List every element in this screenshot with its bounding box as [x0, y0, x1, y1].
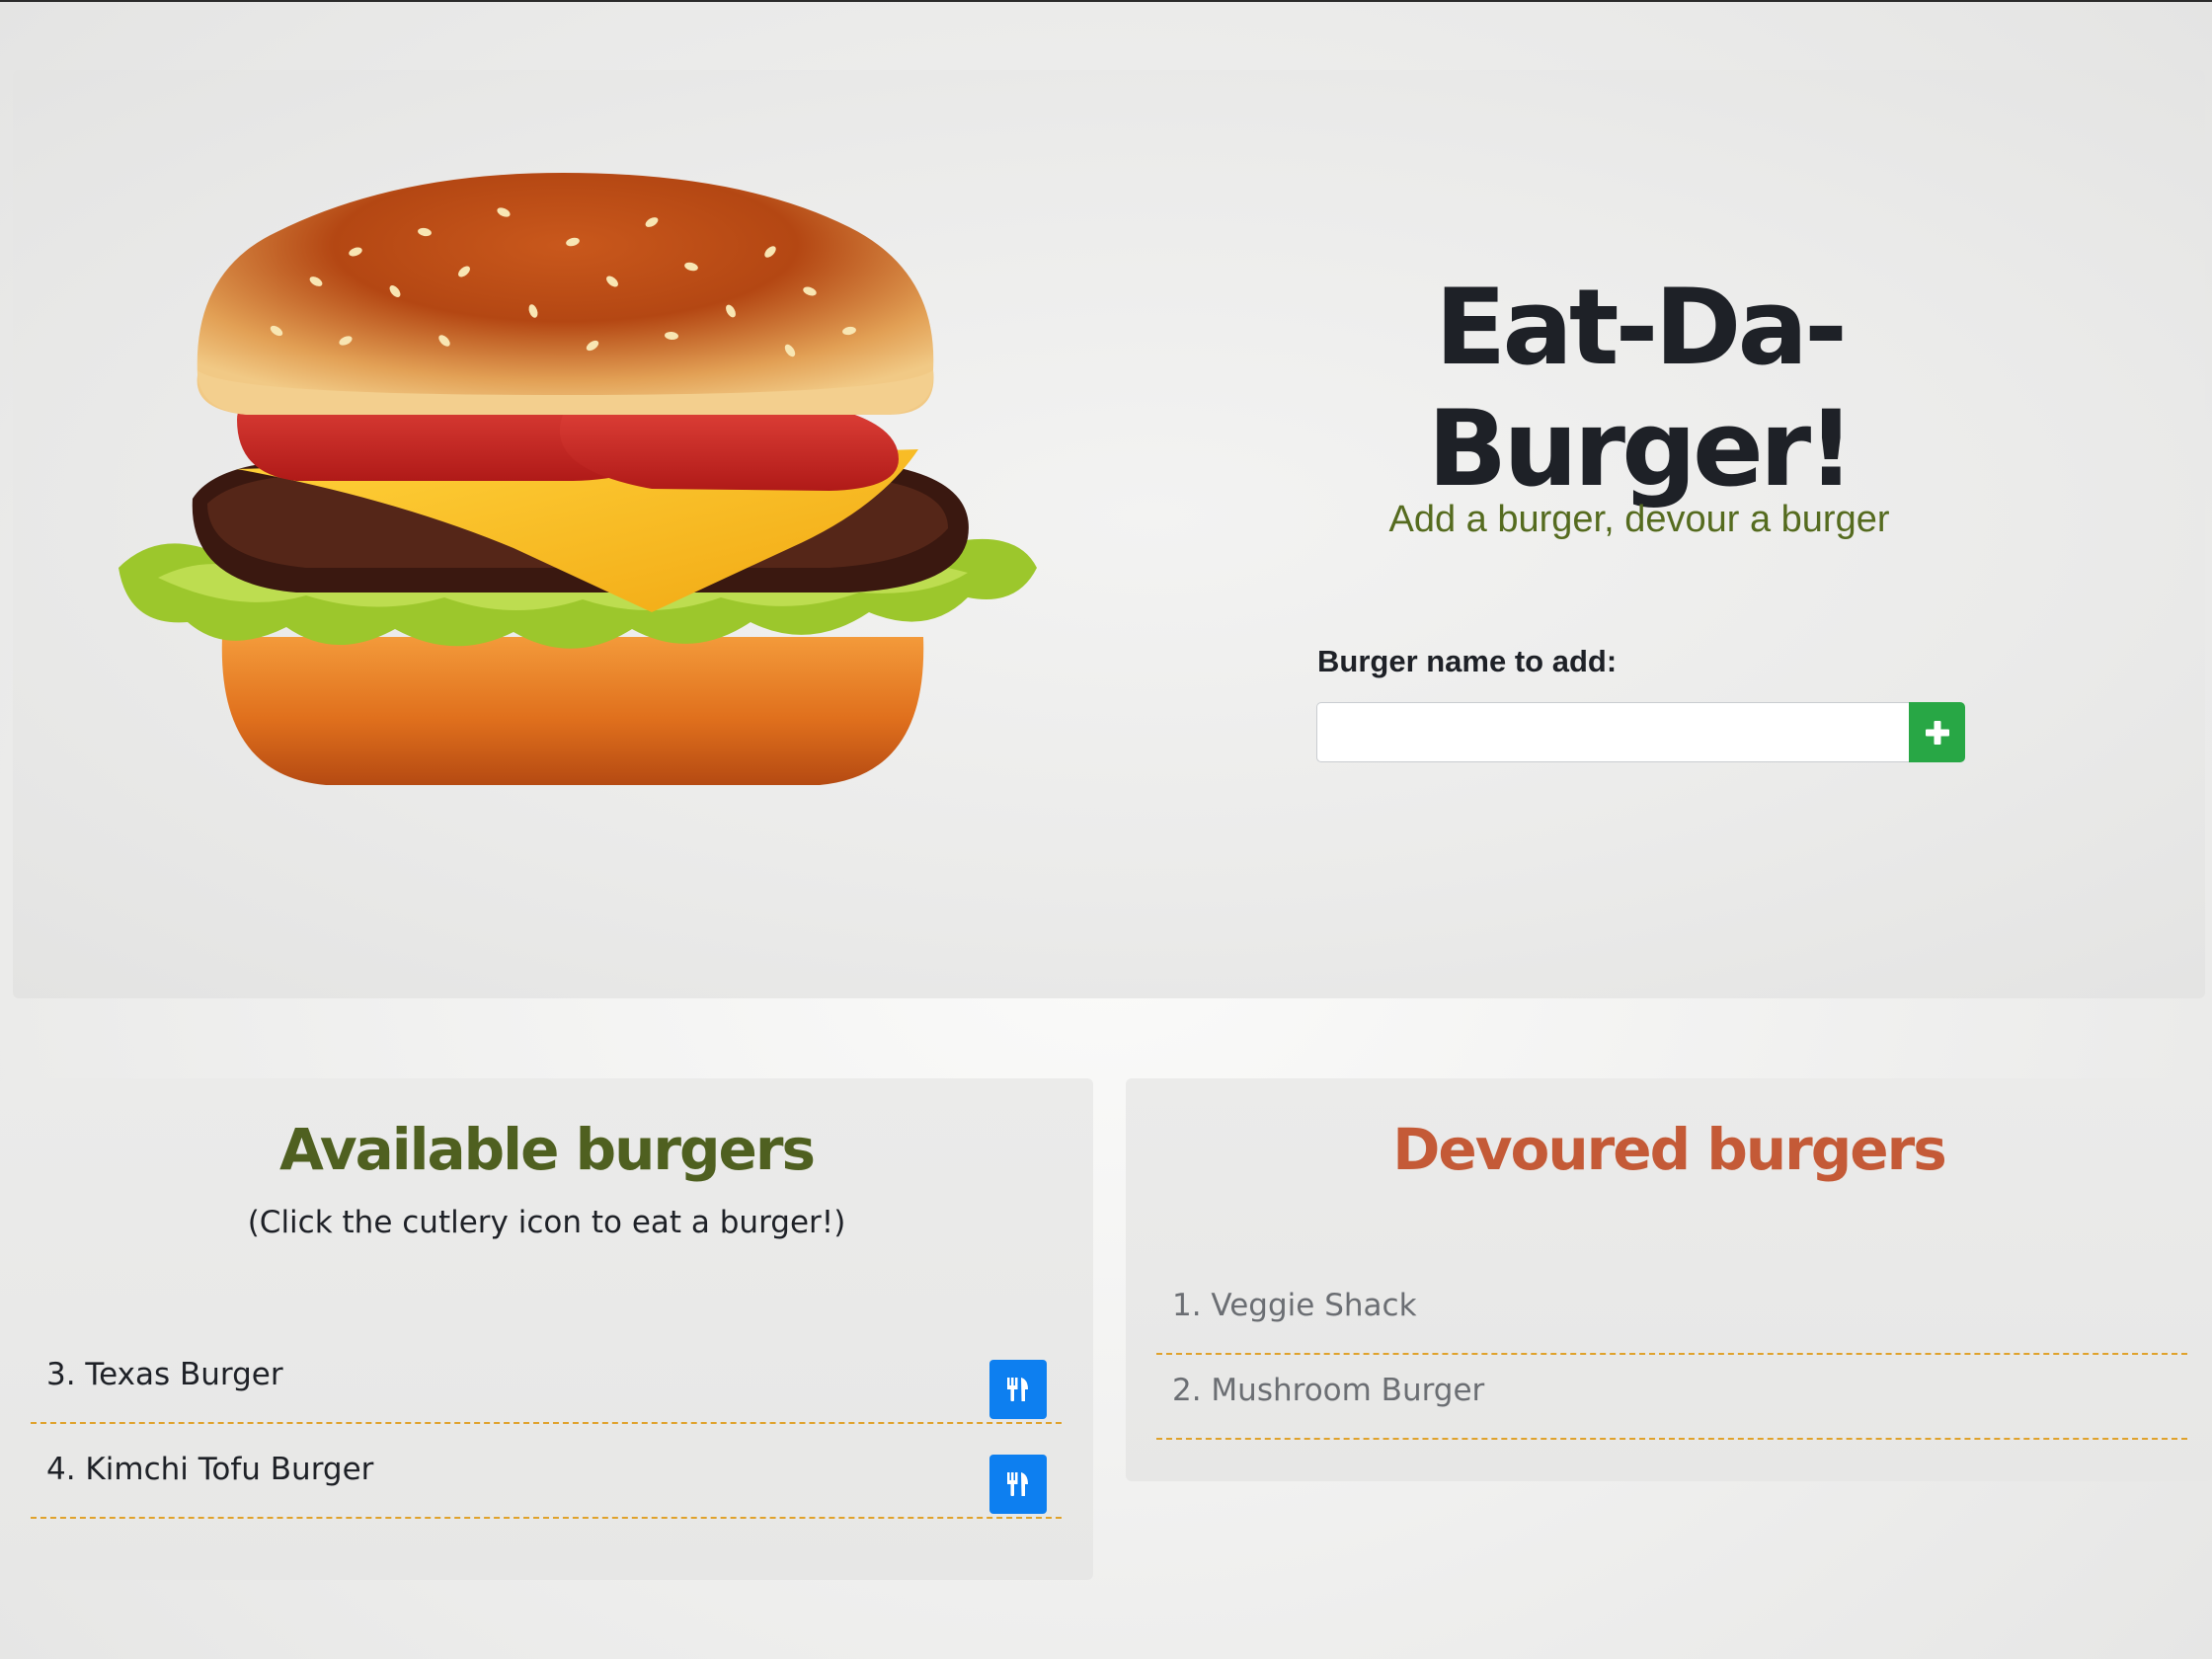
- devoured-burgers-heading: Devoured burgers: [1392, 1116, 1946, 1183]
- burger-illustration: [118, 173, 1037, 785]
- available-burgers-card: Available burgers (Click the cutlery ico…: [0, 1078, 1093, 1580]
- add-burger-form: [1316, 702, 1965, 762]
- available-burgers-heading: Available burgers: [279, 1116, 816, 1183]
- burger-name: 4. Kimchi Tofu Burger: [46, 1452, 374, 1487]
- devour-burger-button[interactable]: [989, 1455, 1047, 1514]
- burger-name: 2. Mushroom Burger: [1172, 1373, 1485, 1408]
- burger-name: 3. Texas Burger: [46, 1357, 283, 1392]
- devoured-burger-row: 2. Mushroom Burger: [1156, 1345, 2187, 1440]
- page-title: Eat-Da-Burger!: [1427, 267, 1856, 510]
- page-tagline: Add a burger, devour a burger: [1388, 499, 1890, 540]
- available-burger-row: 4. Kimchi Tofu Burger: [31, 1424, 1062, 1519]
- devoured-burger-row: 1. Veggie Shack: [1156, 1260, 2187, 1355]
- plus-icon: [1925, 720, 1949, 745]
- burger-name-input[interactable]: [1316, 702, 1909, 762]
- cutlery-icon: [1007, 1378, 1028, 1401]
- burger-name: 1. Veggie Shack: [1172, 1288, 1417, 1323]
- top-border: [0, 0, 2212, 2]
- devoured-burgers-card: Devoured burgers 1. Veggie Shack 2. Mush…: [1126, 1078, 2212, 1481]
- available-burgers-hint: (Click the cutlery icon to eat a burger!…: [247, 1205, 846, 1240]
- available-burger-row: 3. Texas Burger: [31, 1329, 1062, 1424]
- burger-name-label: Burger name to add:: [1317, 644, 1618, 678]
- add-burger-button[interactable]: [1909, 702, 1965, 762]
- devour-burger-button[interactable]: [989, 1360, 1047, 1419]
- cutlery-icon: [1007, 1472, 1028, 1496]
